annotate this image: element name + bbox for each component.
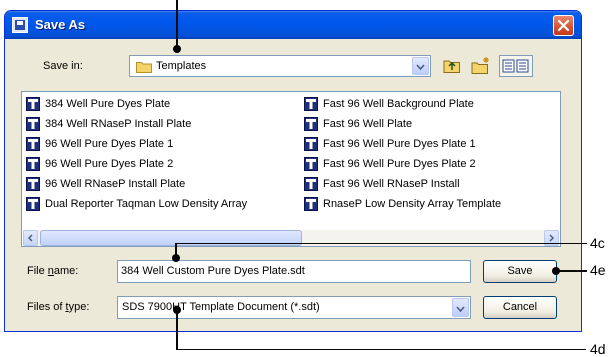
file-list-item-label: Fast 96 Well Background Plate (323, 98, 474, 110)
template-file-icon (304, 137, 318, 151)
template-file-icon (304, 117, 318, 131)
file-list-item-label: RnaseP Low Density Array Template (323, 198, 502, 210)
template-file-icon (304, 97, 318, 111)
save-in-value: Templates (156, 60, 207, 72)
template-file-icon (26, 97, 40, 111)
save-button[interactable]: Save (483, 260, 557, 283)
chevron-down-icon[interactable] (452, 298, 469, 317)
title-bar[interactable]: Save As (5, 11, 581, 39)
file-list-item-label: 384 Well RNaseP Install Plate (45, 118, 192, 130)
new-folder-icon (471, 57, 489, 74)
callout-dot-top (173, 45, 181, 53)
files-of-type-label: Files of type: (27, 301, 90, 313)
callout-line-c (175, 243, 587, 244)
close-button[interactable] (553, 15, 574, 36)
file-list-item-label: Dual Reporter Taqman Low Density Array (45, 198, 248, 210)
callout-dot-c (172, 254, 180, 262)
save-in-label: Save in: (43, 60, 83, 72)
scroll-left-button[interactable] (23, 230, 38, 246)
file-type-value: SDS 7900HT Template Document (*.sdt) (122, 301, 320, 313)
file-list-item-label: Fast 96 Well Pure Dyes Plate 2 (323, 158, 476, 170)
callout-dot-d (173, 306, 181, 314)
save-dialog-icon (12, 17, 28, 33)
file-name-input[interactable]: 384 Well Custom Pure Dyes Plate.sdt (117, 260, 471, 283)
template-file-icon (304, 177, 318, 191)
template-file-icon (26, 197, 40, 211)
template-file-icon (26, 137, 40, 151)
save-as-dialog: Save As Save in: Templates 384 Well Pure… (4, 10, 582, 332)
up-one-level-icon (443, 60, 460, 73)
new-folder-button[interactable] (470, 55, 492, 77)
file-list-item-label: Fast 96 Well Plate (323, 118, 413, 130)
template-file-icon (304, 197, 318, 211)
file-list-item-label: 96 Well Pure Dyes Plate 2 (45, 158, 174, 170)
callout-4d: 4d (590, 341, 606, 357)
callout-leader-d (176, 310, 178, 350)
file-list-item-label: 384 Well Pure Dyes Plate (45, 98, 171, 110)
view-menu-button[interactable] (499, 55, 533, 77)
template-file-icon (26, 157, 40, 171)
file-type-dropdown[interactable]: SDS 7900HT Template Document (*.sdt) (117, 296, 471, 319)
file-list-item-label: 96 Well RNaseP Install Plate (45, 178, 186, 190)
file-name-label: File name: (27, 265, 79, 277)
callout-line-top (176, 0, 178, 48)
chevron-left-icon (27, 234, 33, 242)
up-one-level-button[interactable] (441, 55, 463, 77)
file-list-item-label: Fast 96 Well RNaseP Install (323, 178, 460, 190)
save-in-dropdown[interactable]: Templates (129, 55, 431, 77)
cancel-button[interactable]: Cancel (483, 296, 557, 319)
folder-icon (136, 60, 152, 76)
close-x-icon (557, 19, 570, 32)
chevron-down-icon[interactable] (412, 57, 429, 75)
view-menu-icon (502, 59, 529, 73)
file-list-item-label: 96 Well Pure Dyes Plate 1 (45, 138, 174, 150)
callout-dot-e (552, 267, 560, 275)
callout-4e: 4e (590, 262, 606, 278)
dialog-title: Save As (35, 17, 86, 32)
template-file-icon (304, 157, 318, 171)
file-list-item-label: Fast 96 Well Pure Dyes Plate 1 (323, 138, 476, 150)
callout-4c: 4c (590, 235, 605, 251)
template-file-icon (26, 117, 40, 131)
template-file-icon (26, 177, 40, 191)
callout-line-d (176, 349, 586, 350)
file-list[interactable]: 384 Well Pure Dyes Plate 384 Well RNaseP … (21, 91, 561, 247)
